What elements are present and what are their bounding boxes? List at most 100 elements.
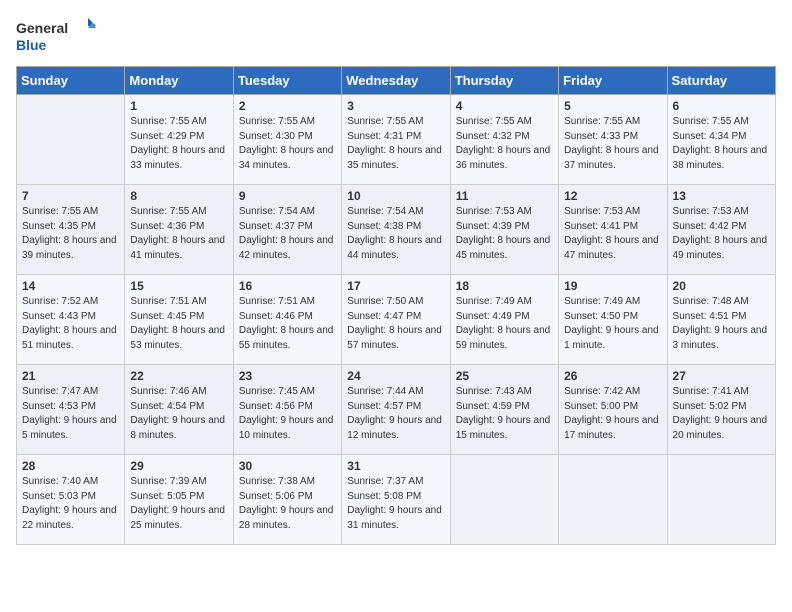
sunrise-text: Sunrise: 7:50 AM bbox=[347, 295, 444, 310]
sunset-text: Sunset: 4:45 PM bbox=[130, 310, 227, 325]
day-info: Sunrise: 7:51 AMSunset: 4:45 PMDaylight:… bbox=[130, 295, 227, 353]
day-info: Sunrise: 7:49 AMSunset: 4:50 PMDaylight:… bbox=[564, 295, 661, 353]
sunset-text: Sunset: 4:38 PM bbox=[347, 220, 444, 235]
sunrise-text: Sunrise: 7:53 AM bbox=[564, 205, 661, 220]
daylight-text: Daylight: 8 hours and 55 minutes. bbox=[239, 324, 336, 353]
weekday-header-monday: Monday bbox=[125, 67, 233, 95]
day-number: 9 bbox=[239, 189, 336, 203]
daylight-text: Daylight: 8 hours and 47 minutes. bbox=[564, 234, 661, 263]
sunset-text: Sunset: 4:42 PM bbox=[673, 220, 770, 235]
calendar-table: SundayMondayTuesdayWednesdayThursdayFrid… bbox=[16, 66, 776, 545]
sunset-text: Sunset: 4:31 PM bbox=[347, 130, 444, 145]
sunrise-text: Sunrise: 7:44 AM bbox=[347, 385, 444, 400]
day-info: Sunrise: 7:40 AMSunset: 5:03 PMDaylight:… bbox=[22, 475, 119, 533]
sunrise-text: Sunrise: 7:40 AM bbox=[22, 475, 119, 490]
sunset-text: Sunset: 4:33 PM bbox=[564, 130, 661, 145]
daylight-text: Daylight: 9 hours and 1 minute. bbox=[564, 324, 661, 353]
daylight-text: Daylight: 9 hours and 22 minutes. bbox=[22, 504, 119, 533]
daylight-text: Daylight: 8 hours and 34 minutes. bbox=[239, 144, 336, 173]
sunset-text: Sunset: 4:50 PM bbox=[564, 310, 661, 325]
sunrise-text: Sunrise: 7:49 AM bbox=[564, 295, 661, 310]
calendar-cell: 2Sunrise: 7:55 AMSunset: 4:30 PMDaylight… bbox=[233, 95, 341, 185]
day-number: 15 bbox=[130, 279, 227, 293]
logo: General Blue bbox=[16, 16, 96, 56]
calendar-cell: 21Sunrise: 7:47 AMSunset: 4:53 PMDayligh… bbox=[17, 365, 125, 455]
calendar-cell: 30Sunrise: 7:38 AMSunset: 5:06 PMDayligh… bbox=[233, 455, 341, 545]
day-info: Sunrise: 7:55 AMSunset: 4:35 PMDaylight:… bbox=[22, 205, 119, 263]
day-info: Sunrise: 7:37 AMSunset: 5:08 PMDaylight:… bbox=[347, 475, 444, 533]
day-info: Sunrise: 7:49 AMSunset: 4:49 PMDaylight:… bbox=[456, 295, 553, 353]
logo-svg: General Blue bbox=[16, 16, 96, 56]
sunrise-text: Sunrise: 7:48 AM bbox=[673, 295, 770, 310]
weekday-header-row: SundayMondayTuesdayWednesdayThursdayFrid… bbox=[17, 67, 776, 95]
daylight-text: Daylight: 9 hours and 31 minutes. bbox=[347, 504, 444, 533]
sunrise-text: Sunrise: 7:55 AM bbox=[22, 205, 119, 220]
day-number: 27 bbox=[673, 369, 770, 383]
daylight-text: Daylight: 8 hours and 33 minutes. bbox=[130, 144, 227, 173]
sunrise-text: Sunrise: 7:55 AM bbox=[456, 115, 553, 130]
calendar-cell bbox=[17, 95, 125, 185]
calendar-cell: 1Sunrise: 7:55 AMSunset: 4:29 PMDaylight… bbox=[125, 95, 233, 185]
calendar-cell: 10Sunrise: 7:54 AMSunset: 4:38 PMDayligh… bbox=[342, 185, 450, 275]
daylight-text: Daylight: 8 hours and 44 minutes. bbox=[347, 234, 444, 263]
day-number: 13 bbox=[673, 189, 770, 203]
weekday-header-tuesday: Tuesday bbox=[233, 67, 341, 95]
sunset-text: Sunset: 4:46 PM bbox=[239, 310, 336, 325]
day-number: 12 bbox=[564, 189, 661, 203]
daylight-text: Daylight: 8 hours and 51 minutes. bbox=[22, 324, 119, 353]
sunset-text: Sunset: 5:05 PM bbox=[130, 490, 227, 505]
daylight-text: Daylight: 8 hours and 59 minutes. bbox=[456, 324, 553, 353]
calendar-cell: 20Sunrise: 7:48 AMSunset: 4:51 PMDayligh… bbox=[667, 275, 775, 365]
day-number: 4 bbox=[456, 99, 553, 113]
calendar-cell: 29Sunrise: 7:39 AMSunset: 5:05 PMDayligh… bbox=[125, 455, 233, 545]
day-number: 10 bbox=[347, 189, 444, 203]
day-info: Sunrise: 7:45 AMSunset: 4:56 PMDaylight:… bbox=[239, 385, 336, 443]
day-info: Sunrise: 7:55 AMSunset: 4:31 PMDaylight:… bbox=[347, 115, 444, 173]
daylight-text: Daylight: 8 hours and 53 minutes. bbox=[130, 324, 227, 353]
sunset-text: Sunset: 4:59 PM bbox=[456, 400, 553, 415]
day-info: Sunrise: 7:55 AMSunset: 4:34 PMDaylight:… bbox=[673, 115, 770, 173]
day-number: 14 bbox=[22, 279, 119, 293]
calendar-cell: 24Sunrise: 7:44 AMSunset: 4:57 PMDayligh… bbox=[342, 365, 450, 455]
calendar-cell bbox=[667, 455, 775, 545]
sunrise-text: Sunrise: 7:43 AM bbox=[456, 385, 553, 400]
calendar-cell: 14Sunrise: 7:52 AMSunset: 4:43 PMDayligh… bbox=[17, 275, 125, 365]
calendar-cell: 31Sunrise: 7:37 AMSunset: 5:08 PMDayligh… bbox=[342, 455, 450, 545]
daylight-text: Daylight: 9 hours and 15 minutes. bbox=[456, 414, 553, 443]
sunset-text: Sunset: 4:37 PM bbox=[239, 220, 336, 235]
day-info: Sunrise: 7:38 AMSunset: 5:06 PMDaylight:… bbox=[239, 475, 336, 533]
sunset-text: Sunset: 4:47 PM bbox=[347, 310, 444, 325]
calendar-cell: 9Sunrise: 7:54 AMSunset: 4:37 PMDaylight… bbox=[233, 185, 341, 275]
day-number: 26 bbox=[564, 369, 661, 383]
day-number: 22 bbox=[130, 369, 227, 383]
daylight-text: Daylight: 9 hours and 8 minutes. bbox=[130, 414, 227, 443]
day-info: Sunrise: 7:41 AMSunset: 5:02 PMDaylight:… bbox=[673, 385, 770, 443]
svg-text:General: General bbox=[16, 20, 68, 36]
day-number: 23 bbox=[239, 369, 336, 383]
calendar-cell: 13Sunrise: 7:53 AMSunset: 4:42 PMDayligh… bbox=[667, 185, 775, 275]
calendar-cell: 16Sunrise: 7:51 AMSunset: 4:46 PMDayligh… bbox=[233, 275, 341, 365]
calendar-cell bbox=[450, 455, 558, 545]
day-info: Sunrise: 7:55 AMSunset: 4:36 PMDaylight:… bbox=[130, 205, 227, 263]
sunset-text: Sunset: 4:53 PM bbox=[22, 400, 119, 415]
calendar-cell: 25Sunrise: 7:43 AMSunset: 4:59 PMDayligh… bbox=[450, 365, 558, 455]
calendar-week-row: 14Sunrise: 7:52 AMSunset: 4:43 PMDayligh… bbox=[17, 275, 776, 365]
calendar-cell: 7Sunrise: 7:55 AMSunset: 4:35 PMDaylight… bbox=[17, 185, 125, 275]
sunset-text: Sunset: 4:49 PM bbox=[456, 310, 553, 325]
calendar-cell: 18Sunrise: 7:49 AMSunset: 4:49 PMDayligh… bbox=[450, 275, 558, 365]
day-info: Sunrise: 7:39 AMSunset: 5:05 PMDaylight:… bbox=[130, 475, 227, 533]
weekday-header-wednesday: Wednesday bbox=[342, 67, 450, 95]
daylight-text: Daylight: 8 hours and 38 minutes. bbox=[673, 144, 770, 173]
calendar-cell: 26Sunrise: 7:42 AMSunset: 5:00 PMDayligh… bbox=[559, 365, 667, 455]
sunrise-text: Sunrise: 7:39 AM bbox=[130, 475, 227, 490]
sunrise-text: Sunrise: 7:54 AM bbox=[239, 205, 336, 220]
day-info: Sunrise: 7:47 AMSunset: 4:53 PMDaylight:… bbox=[22, 385, 119, 443]
day-number: 8 bbox=[130, 189, 227, 203]
sunset-text: Sunset: 4:30 PM bbox=[239, 130, 336, 145]
sunrise-text: Sunrise: 7:55 AM bbox=[347, 115, 444, 130]
day-number: 1 bbox=[130, 99, 227, 113]
sunrise-text: Sunrise: 7:49 AM bbox=[456, 295, 553, 310]
calendar-cell: 28Sunrise: 7:40 AMSunset: 5:03 PMDayligh… bbox=[17, 455, 125, 545]
daylight-text: Daylight: 9 hours and 28 minutes. bbox=[239, 504, 336, 533]
sunrise-text: Sunrise: 7:51 AM bbox=[130, 295, 227, 310]
